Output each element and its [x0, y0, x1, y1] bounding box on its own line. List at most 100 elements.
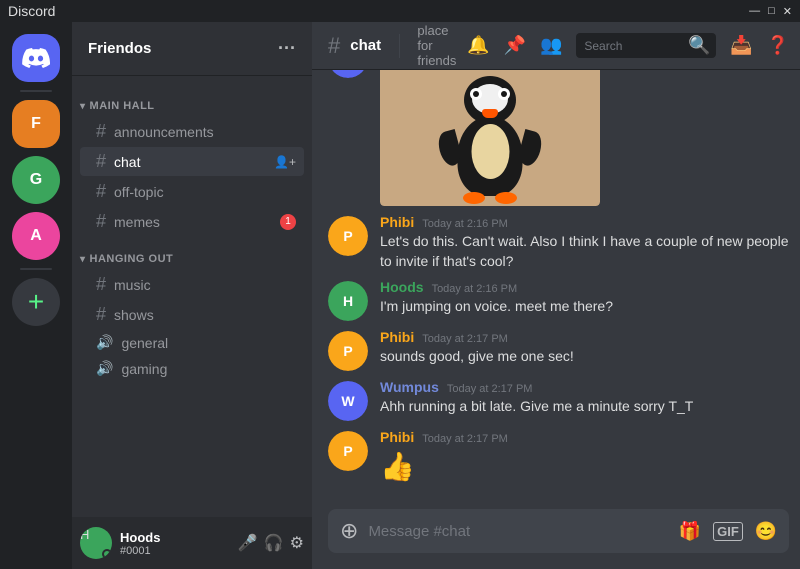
- server-icon-friendos[interactable]: F: [12, 100, 60, 148]
- mute-button[interactable]: 🎤: [238, 533, 258, 553]
- message-time: Today at 2:16 PM: [432, 283, 518, 295]
- user-info: Hoods #0001: [120, 530, 230, 557]
- avatar: P: [328, 216, 368, 256]
- message-group: P Phibi Today at 2:17 PM 👍: [328, 427, 789, 488]
- channel-sidebar: Friendos ··· MAIN HALL # announcements #…: [72, 22, 312, 569]
- emoji-icon[interactable]: 😊: [755, 521, 777, 542]
- add-server-button[interactable]: +: [12, 278, 60, 326]
- channel-header-name: chat: [350, 37, 381, 54]
- avatar: W: [328, 381, 368, 421]
- channel-general-voice[interactable]: 🔊 general: [80, 330, 304, 355]
- add-member-icon[interactable]: 👤+: [274, 155, 296, 169]
- user-avatar: H: [80, 527, 112, 559]
- server-icon-4[interactable]: A: [12, 212, 60, 260]
- server-icon-3[interactable]: G: [12, 156, 60, 204]
- user-tag: #0001: [120, 545, 230, 557]
- message-author[interactable]: Wumpus: [380, 379, 439, 395]
- speaker-icon: 🔊: [96, 360, 113, 377]
- message-group: P Phibi Today at 2:17 PM sounds good, gi…: [328, 327, 789, 373]
- server-divider: [20, 90, 52, 92]
- settings-button[interactable]: ⚙: [290, 533, 304, 553]
- avatar: P: [328, 331, 368, 371]
- pingu-image: [380, 70, 600, 206]
- message-content: Phibi Today at 2:17 PM sounds good, give…: [380, 329, 789, 371]
- message-text: I'm jumping on voice. meet me there?: [380, 297, 789, 317]
- channel-off-topic[interactable]: # off-topic: [80, 177, 304, 206]
- channel-list: MAIN HALL # announcements # chat ⚙ 👤+ # …: [72, 76, 312, 517]
- channel-chat[interactable]: # chat ⚙ 👤+: [80, 147, 304, 176]
- message-author[interactable]: Phibi: [380, 429, 414, 445]
- server-name-header[interactable]: Friendos ···: [72, 22, 312, 76]
- message-input-box: ⊕ 🎁 GIF 😊: [328, 509, 789, 553]
- message-group: H Hoods Today at 2:16 PM I'm jumping on …: [328, 277, 789, 323]
- search-box[interactable]: 🔍: [576, 33, 716, 58]
- category-hanging-out[interactable]: HANGING OUT: [72, 237, 312, 269]
- message-author[interactable]: Phibi: [380, 329, 414, 345]
- channel-memes[interactable]: # memes 1: [80, 207, 304, 236]
- server-icon-discord[interactable]: [12, 34, 60, 82]
- unread-badge: 1: [280, 214, 296, 230]
- message-text: sounds good, give me one sec!: [380, 347, 789, 367]
- message-image: [380, 70, 600, 206]
- message-time: Today at 2:17 PM: [422, 333, 508, 345]
- server-options-icon[interactable]: ···: [278, 38, 296, 59]
- help-icon[interactable]: ❓: [767, 35, 789, 56]
- message-content: Wumpus Today at 2:17 PM Ahh running a bi…: [380, 379, 789, 421]
- avatar: P: [328, 431, 368, 471]
- close-button[interactable]: ✕: [783, 5, 792, 18]
- search-icon: 🔍: [688, 35, 710, 56]
- message-time: Today at 2:16 PM: [422, 218, 508, 230]
- speaker-icon: 🔊: [96, 334, 113, 351]
- header-icons: 🔔 📌 👥 🔍 📥 ❓: [467, 33, 789, 58]
- channel-music[interactable]: # music: [80, 270, 304, 299]
- message-text: 👍: [380, 447, 789, 486]
- user-name: Hoods: [120, 530, 230, 545]
- pin-icon[interactable]: 📌: [504, 35, 526, 56]
- category-main-hall[interactable]: MAIN HALL: [72, 84, 312, 116]
- channel-gaming-voice[interactable]: 🔊 gaming: [80, 356, 304, 381]
- message-time: Today at 2:17 PM: [447, 383, 533, 395]
- message-text: Let's do this. Can't wait. Also I think …: [380, 232, 789, 271]
- message-time: Today at 2:17 PM: [422, 433, 508, 445]
- maximize-button[interactable]: □: [768, 5, 775, 18]
- attach-file-button[interactable]: ⊕: [340, 518, 358, 544]
- avatar: H: [328, 281, 368, 321]
- message-author[interactable]: Hoods: [380, 279, 424, 295]
- message-text: Ahh running a bit late. Give me a minute…: [380, 397, 789, 417]
- channel-name: memes: [114, 214, 160, 230]
- inbox-icon[interactable]: 📥: [730, 35, 752, 56]
- app-title: Discord: [8, 3, 55, 19]
- message-group: P Phibi Today at 2:16 PM Let's do this. …: [328, 212, 789, 273]
- user-status-dot: [102, 549, 112, 559]
- message-group: W Wumpus Today at 2:15 PM: [328, 70, 789, 208]
- notification-bell-icon[interactable]: 🔔: [467, 35, 489, 56]
- hash-icon: #: [96, 211, 106, 232]
- user-controls: 🎤 🎧 ⚙: [238, 533, 304, 553]
- channel-name: off-topic: [114, 184, 164, 200]
- message-content: Wumpus Today at 2:15 PM: [380, 70, 789, 206]
- message-content: Hoods Today at 2:16 PM I'm jumping on vo…: [380, 279, 789, 321]
- channel-name: music: [114, 277, 151, 293]
- gif-icon[interactable]: GIF: [713, 522, 743, 541]
- channel-name: gaming: [121, 361, 167, 377]
- input-area: ⊕ 🎁 GIF 😊: [312, 493, 800, 569]
- deafen-button[interactable]: 🎧: [264, 533, 284, 553]
- channel-hash-icon: #: [328, 33, 340, 59]
- channel-name: shows: [114, 307, 154, 323]
- channel-announcements[interactable]: # announcements: [80, 117, 304, 146]
- message-group: W Wumpus Today at 2:17 PM Ahh running a …: [328, 377, 789, 423]
- members-icon[interactable]: 👥: [540, 35, 562, 56]
- channel-name: chat: [114, 154, 140, 170]
- message-text-input[interactable]: [368, 523, 668, 540]
- avatar: W: [328, 70, 368, 78]
- search-input[interactable]: [584, 39, 684, 53]
- channel-shows[interactable]: # shows: [80, 300, 304, 329]
- titlebar: Discord — □ ✕: [0, 0, 800, 22]
- gift-icon[interactable]: 🎁: [679, 521, 701, 542]
- hash-icon: #: [96, 151, 106, 172]
- server-divider-2: [20, 268, 52, 270]
- minimize-button[interactable]: —: [749, 5, 760, 18]
- hash-icon: #: [96, 304, 106, 325]
- message-author[interactable]: Phibi: [380, 214, 414, 230]
- message-content: Phibi Today at 2:17 PM 👍: [380, 429, 789, 486]
